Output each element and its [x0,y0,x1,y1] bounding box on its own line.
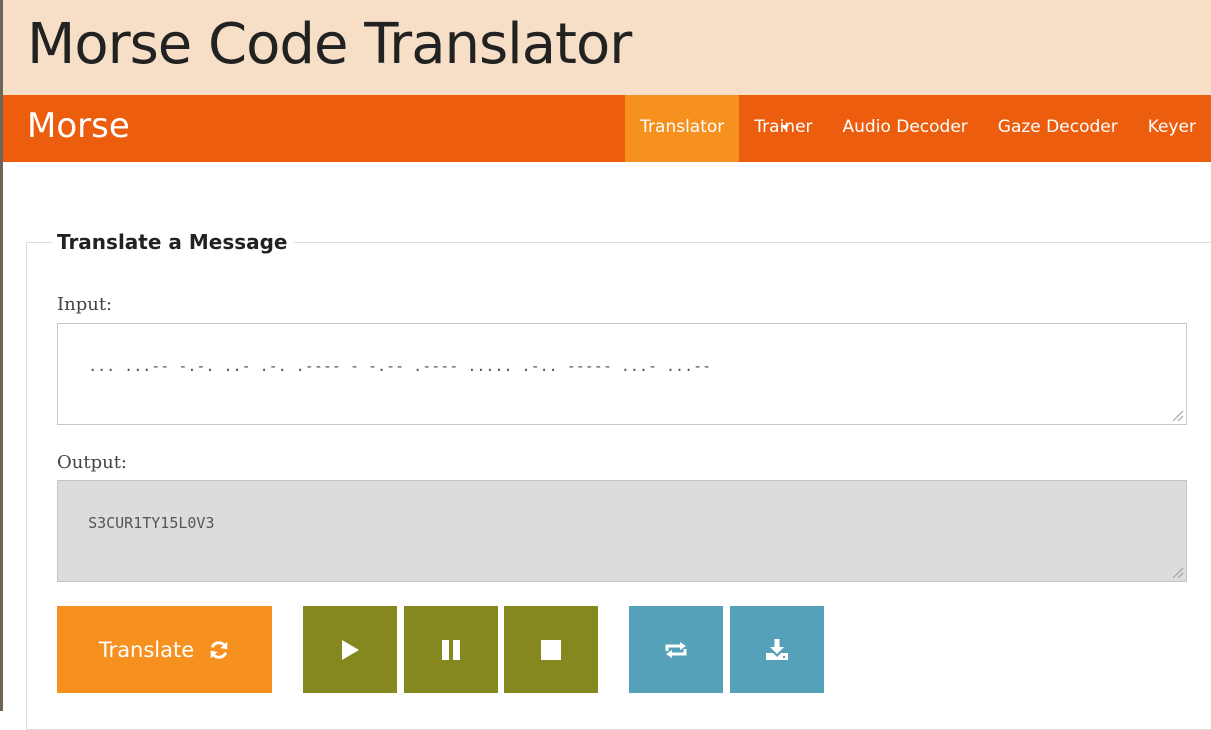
caret-down-icon [781,125,790,130]
nav-menu: Translator Trainer Audio Decoder Gaze De… [625,95,1211,162]
input-textarea[interactable]: ... ...-- -.-. ..- .-. .---- - -.-- .---… [57,323,1187,425]
nav-item-translator[interactable]: Translator [625,95,740,162]
pause-icon [442,639,460,660]
repeat-icon [665,641,687,658]
download-icon [766,638,788,660]
input-text: ... ...-- -.-. ..- .-. .---- - -.-- .---… [88,357,712,375]
resize-handle-icon[interactable] [1172,567,1184,579]
panel-title: Translate a Message [57,230,288,254]
nav-item-trainer[interactable]: Trainer [739,95,827,162]
repeat-button[interactable] [629,606,723,693]
nav-item-audio-decoder[interactable]: Audio Decoder [828,95,983,162]
brand-link[interactable]: Morse [27,95,130,162]
output-label: Output: [57,452,127,473]
stop-icon [541,639,561,660]
navbar: Morse Translator Trainer Audio Decoder G… [3,95,1211,162]
refresh-icon [210,640,228,659]
pause-button[interactable] [404,606,498,693]
translate-button-label: Translate [98,637,195,662]
resize-handle-icon[interactable] [1172,410,1184,422]
page-title: Morse Code Translator [27,12,632,77]
download-button[interactable] [730,606,824,693]
input-label: Input: [57,294,113,315]
nav-item-gaze-decoder[interactable]: Gaze Decoder [983,95,1133,162]
output-textarea[interactable]: S3CUR1TY15L0V3 [57,480,1187,582]
nav-item-keyer[interactable]: Keyer [1133,95,1211,162]
play-button[interactable] [303,606,397,693]
output-text: S3CUR1TY15L0V3 [88,514,215,532]
title-bar: Morse Code Translator [3,0,1211,95]
translate-button[interactable]: Translate [57,606,272,693]
play-icon [342,639,359,660]
stop-button[interactable] [504,606,598,693]
